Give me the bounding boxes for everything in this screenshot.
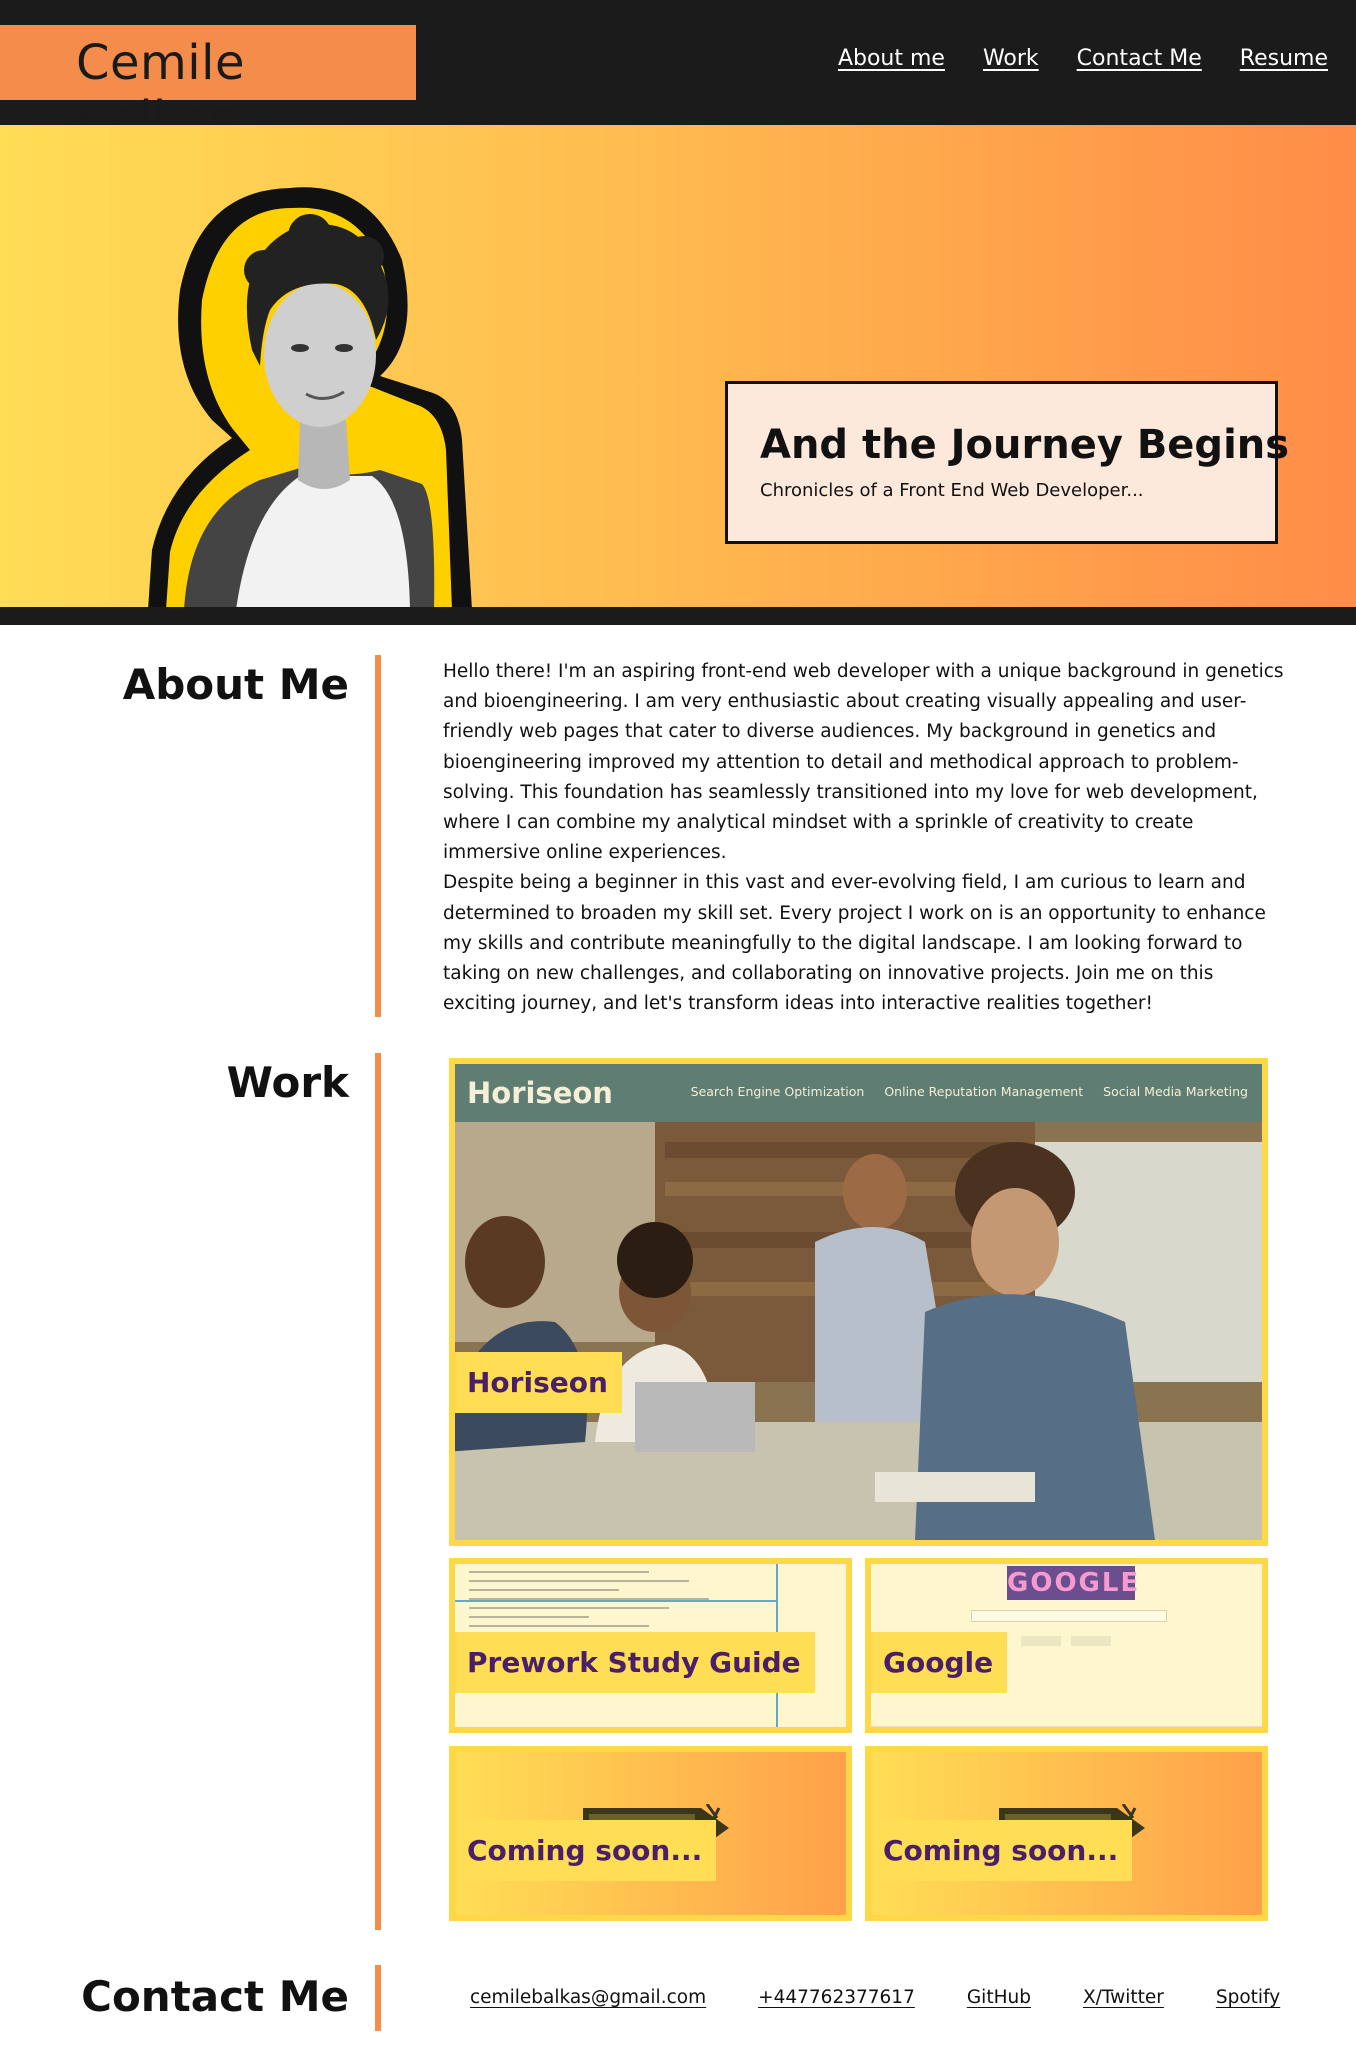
profile-portrait [148,187,472,607]
site-header: Cemile Balkas About me Work Contact Me R… [0,0,1356,147]
horiseon-preview-link: Social Media Marketing [1103,1084,1248,1099]
work-divider [375,1053,381,1930]
project-label: Coming soon... [871,1820,1133,1881]
horiseon-preview-link: Online Reputation Management [884,1084,1084,1099]
contact-heading: Contact Me [81,1972,349,2021]
project-label: Coming soon... [455,1820,717,1881]
nav-contact-link[interactable]: Contact Me [1077,46,1202,71]
hero-card: And the Journey Begins Chronicles of a F… [725,381,1290,544]
nav-about-link[interactable]: About me [838,46,945,71]
github-link[interactable]: GitHub [967,1987,1031,2008]
phone-link[interactable]: +447762377617 [758,1987,915,2008]
hero-banner: And the Journey Begins Chronicles of a F… [0,125,1356,607]
contact-divider [375,1965,381,2031]
project-label: Google [871,1632,1008,1693]
spotify-link[interactable]: Spotify [1216,1987,1280,2008]
horiseon-preview-nav: Horiseon Search Engine Optimization Onli… [455,1064,1262,1122]
project-card-horiseon[interactable]: Horiseon Search Engine Optimization Onli… [449,1058,1268,1546]
hero-subtitle: Chronicles of a Front End Web Developer.… [760,480,1144,501]
about-heading: About Me [122,660,349,709]
google-preview-search [971,1610,1167,1622]
horiseon-preview-photo [455,1122,1262,1540]
work-heading: Work [226,1058,349,1107]
project-card-prework[interactable]: Prework Study Guide [449,1558,852,1733]
about-divider [375,655,381,1017]
nav-work-link[interactable]: Work [983,46,1039,71]
horiseon-preview-links: Search Engine Optimization Online Reputa… [691,1084,1248,1099]
about-paragraph: Hello there! I'm an aspiring front-end w… [443,661,1284,864]
project-card-google[interactable]: GOOGLE Google [865,1558,1268,1733]
contact-links: cemilebalkas@gmail.com +447762377617 Git… [470,1987,1280,2008]
nav-resume-link[interactable]: Resume [1240,46,1328,71]
main-nav: About me Work Contact Me Resume [838,46,1328,71]
project-card-coming-soon[interactable]: Coming soon... [865,1746,1268,1921]
about-text: Hello there! I'm an aspiring front-end w… [443,657,1285,1019]
brand-box[interactable]: Cemile Balkas [0,25,416,147]
project-label: Prework Study Guide [455,1632,815,1693]
email-link[interactable]: cemilebalkas@gmail.com [470,1987,706,2008]
hero-title: And the Journey Begins [760,422,1290,468]
about-paragraph: Despite being a beginner in this vast an… [443,872,1266,1015]
project-card-coming-soon[interactable]: Coming soon... [449,1746,852,1921]
hero-divider [0,607,1356,625]
project-label: Horiseon [455,1352,622,1413]
horiseon-preview-link: Search Engine Optimization [690,1084,865,1099]
horiseon-preview-logo: Horiseon [467,1076,613,1110]
twitter-link[interactable]: X/Twitter [1083,1987,1164,2008]
google-preview-logo: GOOGLE [1007,1566,1141,1600]
